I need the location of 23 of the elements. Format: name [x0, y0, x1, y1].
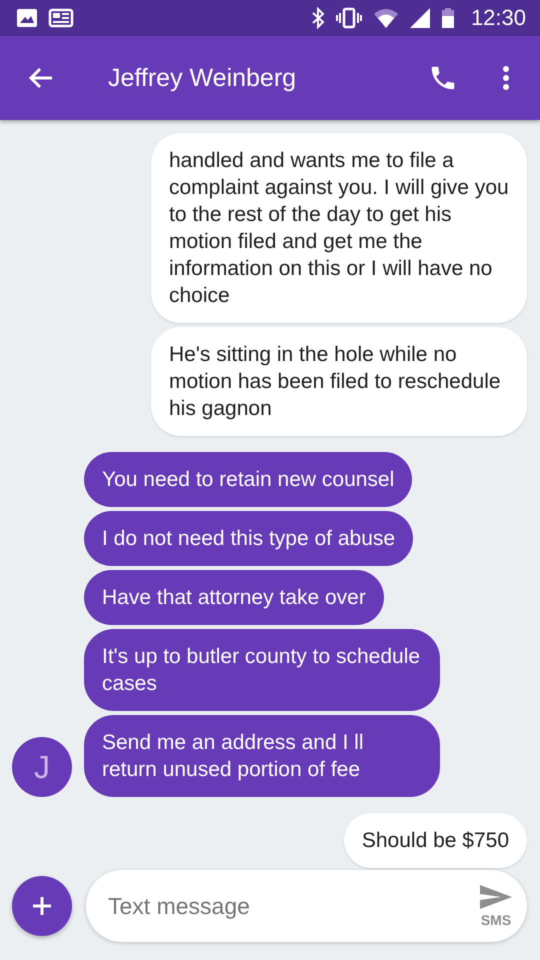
- message-bubble[interactable]: Have that attorney take over: [84, 570, 384, 625]
- message-bubble[interactable]: He's sitting in the hole while no motion has been filed to reschedule his gagnon: [151, 327, 527, 436]
- bluetooth-icon: [310, 7, 325, 29]
- news-icon: [48, 8, 74, 28]
- battery-icon: [440, 7, 455, 29]
- add-attachment-button[interactable]: [12, 876, 72, 936]
- message-bubble[interactable]: It's up to butler county to schedule cases: [84, 629, 440, 711]
- clock-time: 12:30: [470, 5, 526, 31]
- message-bubble[interactable]: handled and wants me to file a complaint against you. I will give you to the rest of the day to get his motion filed and get me the information on this or I will have no choice: [151, 133, 527, 323]
- message-bubble[interactable]: You need to retain new counsel: [84, 452, 412, 507]
- message-bubble[interactable]: Should be $750: [344, 813, 527, 868]
- more-options-icon[interactable]: [502, 65, 510, 91]
- plus-icon: [31, 895, 53, 917]
- gallery-icon: [16, 8, 38, 28]
- wifi-icon: [372, 7, 399, 29]
- vibrate-icon: [334, 7, 363, 29]
- signal-icon: [408, 7, 431, 29]
- contact-avatar[interactable]: J: [12, 737, 72, 797]
- send-icon: [479, 884, 513, 910]
- message-bubble[interactable]: I do not need this type of abuse: [84, 511, 414, 566]
- back-arrow-icon[interactable]: [28, 66, 54, 90]
- message-bubble[interactable]: Send me an address and I ll return unused portion of fee: [84, 715, 440, 797]
- contact-name: Jeffrey Weinberg: [108, 64, 296, 92]
